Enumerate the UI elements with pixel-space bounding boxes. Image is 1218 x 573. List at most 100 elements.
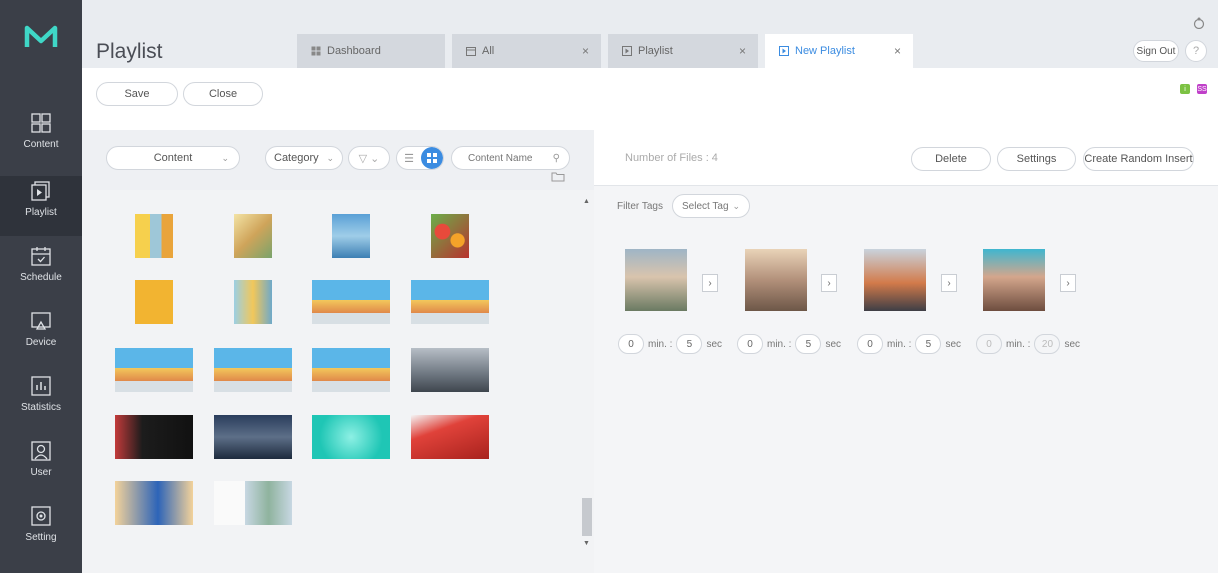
content-thumbnail[interactable] (411, 280, 489, 324)
playlist-icon (622, 46, 632, 56)
content-thumbnail[interactable] (214, 415, 292, 459)
minutes-input: 0 (976, 334, 1002, 354)
minutes-input[interactable]: 0 (857, 334, 883, 354)
content-thumbnail[interactable] (115, 348, 193, 392)
close-icon[interactable]: × (739, 44, 746, 58)
grid-view-icon[interactable] (421, 147, 443, 169)
content-thumbnail[interactable] (214, 481, 292, 525)
create-random-insert-button[interactable]: Create Random Insert (1083, 147, 1194, 171)
content-thumbnail[interactable] (214, 348, 292, 392)
scroll-down-icon[interactable]: ▼ (583, 540, 590, 547)
sidebar-item-playlist[interactable]: Playlist (0, 176, 82, 236)
globe-icon[interactable] (1193, 17, 1205, 30)
save-button[interactable]: Save (96, 82, 178, 106)
delete-button[interactable]: Delete (911, 147, 991, 171)
content-type-select[interactable]: Content ⌄ (106, 146, 240, 170)
statistics-icon (31, 376, 51, 396)
playlist-item-thumbnail[interactable] (864, 249, 926, 311)
playlist-item-thumbnail[interactable] (625, 249, 687, 311)
tab-playlist[interactable]: Playlist × (608, 34, 758, 68)
list-view-icon[interactable]: ☰ (397, 152, 421, 165)
filter-tags-label: Filter Tags (617, 201, 663, 212)
tab-label: New Playlist (795, 45, 855, 57)
chevron-down-icon: ⌄ (326, 152, 334, 163)
close-icon[interactable]: × (582, 44, 589, 58)
content-thumbnail[interactable] (431, 214, 469, 258)
content-thumbnail[interactable] (234, 280, 272, 324)
category-select[interactable]: Category ⌄ (265, 146, 343, 170)
content-thumbnail[interactable] (411, 348, 489, 392)
filter-button[interactable]: ▽ ⌄ (348, 146, 390, 170)
sidebar-item-schedule[interactable]: Schedule (0, 245, 82, 305)
seconds-input: 20 (1034, 334, 1061, 354)
logo-icon (24, 25, 58, 47)
folder-icon[interactable] (551, 172, 565, 182)
playlist-item-thumbnail[interactable] (745, 249, 807, 311)
duration-control: 0 min. : 5 sec (618, 334, 726, 354)
help-button[interactable]: ? (1185, 40, 1207, 62)
duration-control: 0 min. : 5 sec (737, 334, 845, 354)
close-button[interactable]: Close (183, 82, 263, 106)
dashboard-icon (311, 46, 321, 56)
tab-new-playlist[interactable]: New Playlist × (765, 34, 913, 68)
chevron-right-icon[interactable]: › (1060, 274, 1076, 292)
select-tag-dropdown[interactable]: Select Tag ⌄ (672, 194, 750, 218)
duration-control: 0 min. : 5 sec (857, 334, 965, 354)
content-thumbnail[interactable] (312, 280, 390, 324)
content-thumbnail[interactable] (332, 214, 370, 258)
tab-all[interactable]: All × (452, 34, 601, 68)
sidebar-item-statistics[interactable]: Statistics (0, 375, 82, 435)
content-thumbnail[interactable] (135, 214, 173, 258)
view-toggle[interactable]: ☰ (396, 146, 444, 170)
close-icon[interactable]: × (894, 44, 901, 58)
tab-dashboard[interactable]: Dashboard (297, 34, 445, 68)
playlist-item-thumbnail[interactable] (983, 249, 1045, 311)
seconds-input[interactable]: 5 (795, 334, 822, 354)
select-value: Content (153, 152, 193, 164)
duration-control: 0 min. : 20 sec (976, 334, 1084, 354)
search-icon[interactable]: ⚲ (553, 153, 560, 164)
page-title: Playlist (96, 40, 163, 63)
playlist-icon (31, 181, 50, 201)
sidebar-item-setting[interactable]: Setting (0, 505, 82, 565)
scrollbar-thumb[interactable] (582, 498, 592, 536)
content-thumbnail[interactable] (312, 348, 390, 392)
content-thumbnail[interactable] (115, 415, 193, 459)
scroll-up-icon[interactable]: ▲ (583, 198, 590, 205)
search-input[interactable] (468, 152, 544, 164)
device-icon (31, 312, 51, 330)
setting-icon (31, 506, 51, 526)
tab-label: All (482, 45, 495, 57)
content-search-field[interactable]: ⚲ (451, 146, 570, 170)
seconds-input[interactable]: 5 (676, 334, 703, 354)
sidebar-item-content[interactable]: Content (0, 112, 82, 172)
sec-label: sec (1064, 338, 1081, 350)
number-of-files: Number of Files : 4 (625, 152, 718, 164)
sidebar-item-device[interactable]: Device (0, 310, 82, 370)
content-thumbnail[interactable] (234, 214, 272, 258)
chevron-down-icon: ⌄ (732, 200, 740, 211)
sidebar-item-label: Schedule (20, 272, 62, 283)
seconds-input[interactable]: 5 (915, 334, 942, 354)
playlist-icon (779, 46, 789, 56)
content-thumbnail[interactable] (115, 481, 193, 525)
select-value: Category (274, 152, 319, 164)
sec-label: sec (945, 338, 962, 350)
settings-button[interactable]: Settings (997, 147, 1076, 171)
sec-label: sec (706, 338, 723, 350)
content-thumbnail[interactable] (312, 415, 390, 459)
min-label: min. : (1006, 338, 1031, 350)
tab-label: Playlist (638, 45, 673, 57)
content-thumbnail[interactable] (411, 415, 489, 459)
sidebar-item-label: Content (23, 139, 59, 150)
sidebar-item-user[interactable]: User (0, 440, 82, 500)
minutes-input[interactable]: 0 (618, 334, 644, 354)
chevron-right-icon[interactable]: › (941, 274, 957, 292)
sidebar-item-label: Setting (25, 532, 57, 543)
chevron-right-icon[interactable]: › (821, 274, 837, 292)
chevron-right-icon[interactable]: › (702, 274, 718, 292)
content-thumbnail[interactable] (135, 280, 173, 324)
app-logo[interactable] (0, 12, 82, 62)
minutes-input[interactable]: 0 (737, 334, 763, 354)
sign-out-button[interactable]: Sign Out (1133, 40, 1179, 62)
